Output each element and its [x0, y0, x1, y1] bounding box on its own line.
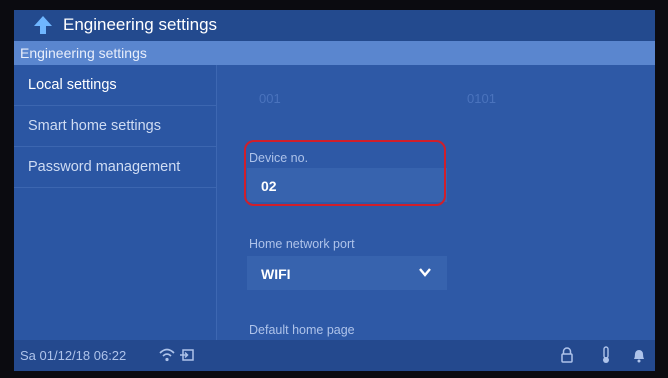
status-bar: Sa 01/12/18 06:22 [14, 340, 655, 371]
link-icon [180, 349, 194, 361]
lock-icon[interactable] [558, 346, 576, 364]
screen: Engineering settings Engineering setting… [14, 10, 655, 371]
sidebar: Local settings Smart home settings Passw… [14, 65, 217, 340]
page-title: Engineering settings [63, 15, 218, 34]
bell-icon[interactable] [630, 346, 648, 364]
thermometer-icon[interactable] [597, 346, 615, 364]
sidebar-item-label: Local settings [28, 77, 117, 93]
back-arrow-icon[interactable] [32, 14, 54, 36]
network-port-label: Home network port [249, 237, 355, 251]
sidebar-item-smart-home-settings[interactable]: Smart home settings [14, 106, 216, 147]
network-port-value: WIFI [261, 266, 291, 282]
highlight-box [244, 140, 446, 206]
settings-panel: 001 0101 Device no. 02 Home network port… [217, 65, 655, 371]
title-bar: Engineering settings [14, 10, 655, 41]
wifi-icon [159, 348, 175, 362]
faded-value: 001 [259, 91, 281, 106]
date-time: Sa 01/12/18 06:22 [20, 348, 127, 363]
default-home-label: Default home page [249, 323, 355, 337]
sidebar-item-local-settings[interactable]: Local settings [14, 65, 216, 106]
sidebar-item-password-management[interactable]: Password management [14, 147, 216, 188]
sidebar-item-label: Smart home settings [28, 118, 161, 134]
chevron-down-icon [419, 268, 431, 277]
network-port-select[interactable]: WIFI [247, 256, 447, 290]
faded-value: 0101 [467, 91, 496, 106]
section-header: Engineering settings [14, 41, 655, 65]
section-title: Engineering settings [20, 45, 147, 61]
sidebar-item-label: Password management [28, 159, 181, 175]
